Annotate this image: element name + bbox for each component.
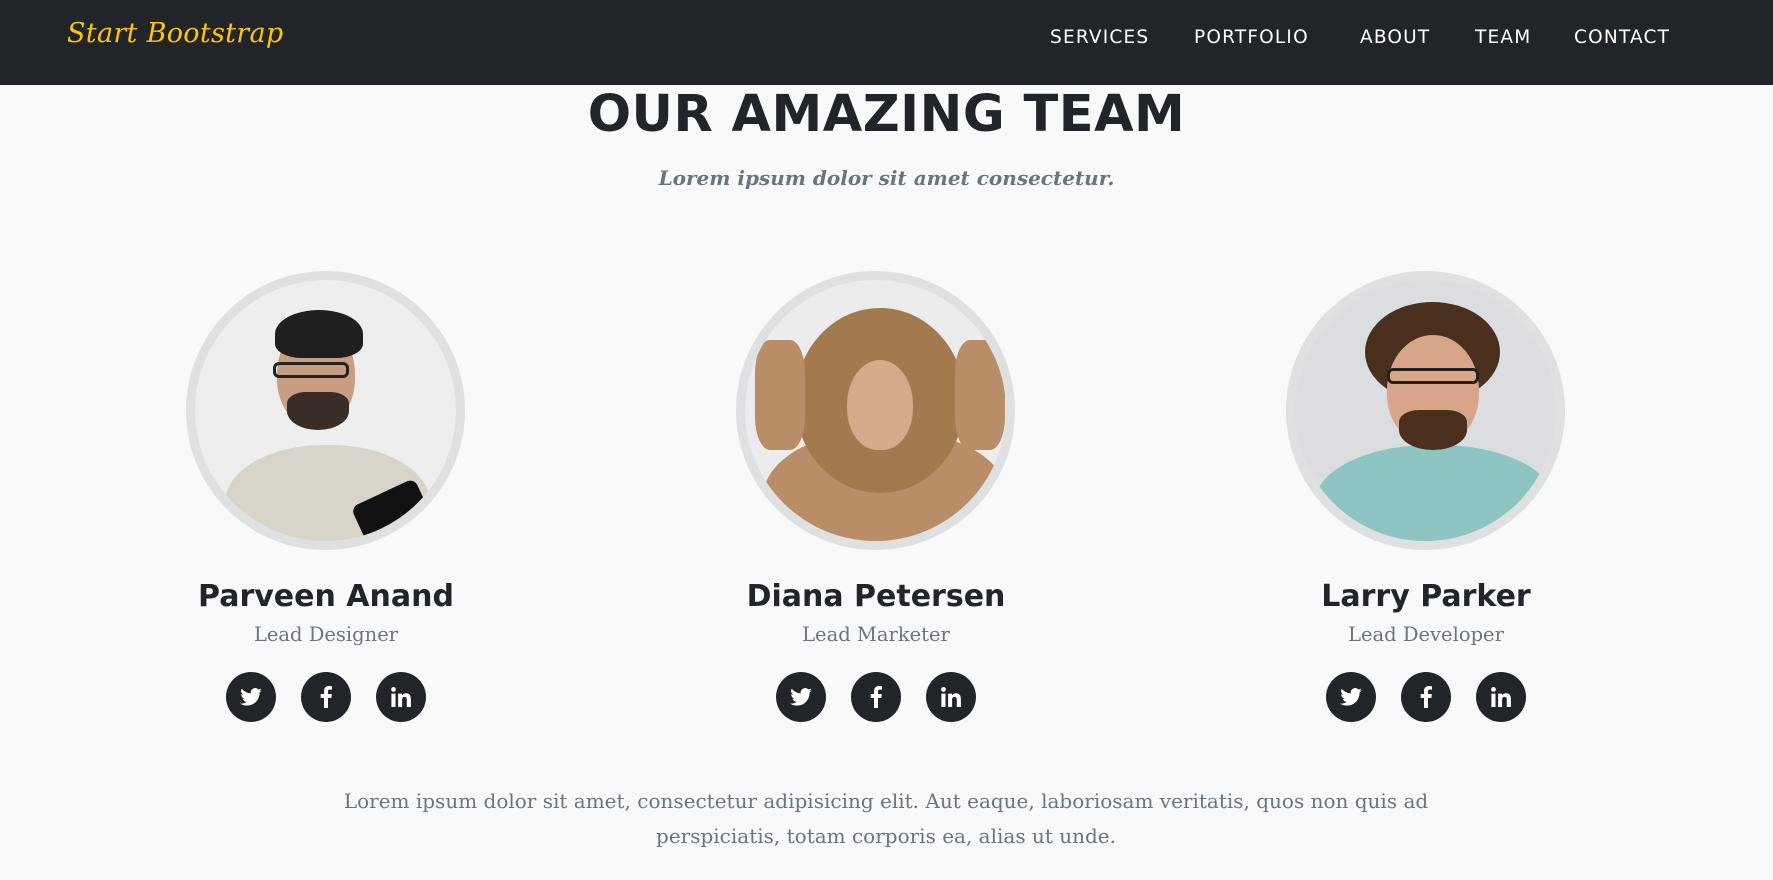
linkedin-icon <box>1491 687 1511 707</box>
facebook-icon <box>870 686 882 708</box>
member-role: Lead Developer <box>1348 623 1504 646</box>
facebook-icon <box>320 686 332 708</box>
member-role: Lead Marketer <box>802 623 950 646</box>
nav-link-team[interactable]: TEAM <box>1475 27 1531 48</box>
team-description: Lorem ipsum dolor sit amet, consectetur … <box>343 789 1429 848</box>
twitter-icon <box>1340 688 1362 706</box>
twitter-icon <box>240 688 262 706</box>
nav-link-portfolio[interactable]: PORTFOLIO <box>1194 27 1309 48</box>
section-heading: OUR AMAZING TEAM <box>587 85 1186 144</box>
twitter-button[interactable] <box>776 672 826 722</box>
member-name: Parveen Anand <box>198 579 454 614</box>
nav-link-services[interactable]: SERVICES <box>1050 27 1149 48</box>
linkedin-icon <box>391 687 411 707</box>
facebook-icon <box>1420 686 1432 708</box>
avatar <box>1286 271 1565 550</box>
linkedin-button[interactable] <box>376 672 426 722</box>
member-name: Larry Parker <box>1321 579 1531 614</box>
section-subheading: Lorem ipsum dolor sit amet consectetur. <box>658 166 1115 190</box>
twitter-button[interactable] <box>1326 672 1376 722</box>
twitter-button[interactable] <box>226 672 276 722</box>
linkedin-button[interactable] <box>1476 672 1526 722</box>
facebook-button[interactable] <box>1401 672 1451 722</box>
navbar: Start Bootstrap SERVICES PORTFOLIO ABOUT… <box>0 0 1773 85</box>
brand-logo[interactable]: Start Bootstrap <box>67 18 283 49</box>
facebook-button[interactable] <box>851 672 901 722</box>
nav-link-about[interactable]: ABOUT <box>1360 27 1430 48</box>
linkedin-button[interactable] <box>926 672 976 722</box>
linkedin-icon <box>941 687 961 707</box>
avatar <box>186 271 465 550</box>
member-name: Diana Petersen <box>746 579 1006 614</box>
twitter-icon <box>790 688 812 706</box>
nav-link-contact[interactable]: CONTACT <box>1574 27 1670 48</box>
facebook-button[interactable] <box>301 672 351 722</box>
member-role: Lead Designer <box>253 623 399 646</box>
avatar <box>736 271 1015 550</box>
